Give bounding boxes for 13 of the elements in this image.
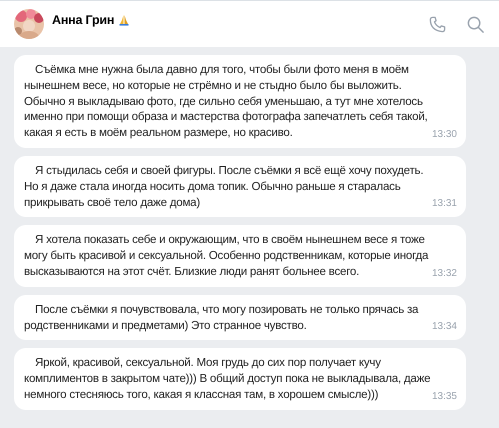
message-text: После съёмки я почувствовала, что могу позировать не только прячась за родственниками и предметами) Это странное чувство. [24, 302, 418, 334]
message-text: Яркой, красивой, сексуальной. Моя грудь до сих пор получает кучу комплиментов в закрытом чате))) В общий доступ пока не выкладывала, даже немного стесняюсь того, какая я классная там, в хорошем смысле))) [24, 355, 430, 403]
message-time: 13:30 [432, 128, 457, 140]
contact-name: Анна Грин [52, 13, 114, 27]
message-text: Съёмка мне нужна была давно для того, чтобы были фото меня в моём нынешнем весе, но которые не стрёмно и не стыдно было бы выложить. Обычно я выкладываю фото, где сильно себя уменьшаю, а тут мне хотелось именно при помощи образа и мастерства фотографа запечатлеть себя такой, какая я есть в моём реальном размере, но красиво. [24, 62, 428, 141]
message-text: Я стыдилась себя и своей фигуры. После съёмки я всё ещё хочу похудеть. Но я даже стала иногда носить дома топик. Обычно раньше я старалась прикрывать своё тело даже дома) [24, 162, 424, 210]
message-time: 13:32 [432, 268, 457, 279]
message-time: 13:35 [432, 390, 457, 402]
message-time: 13:31 [432, 198, 457, 210]
message-text: Я хотела показать себе и окружающим, что в своём нынешнем весе я тоже могу быть красивой и сексуальной. Особенно родственникам, которые иногда высказываются на этот счёт. Близкие люди ранят больнее всего. [24, 232, 428, 280]
search-icon[interactable] [466, 14, 485, 34]
message-time: 13:34 [432, 321, 457, 332]
phone-icon[interactable] [428, 14, 447, 34]
